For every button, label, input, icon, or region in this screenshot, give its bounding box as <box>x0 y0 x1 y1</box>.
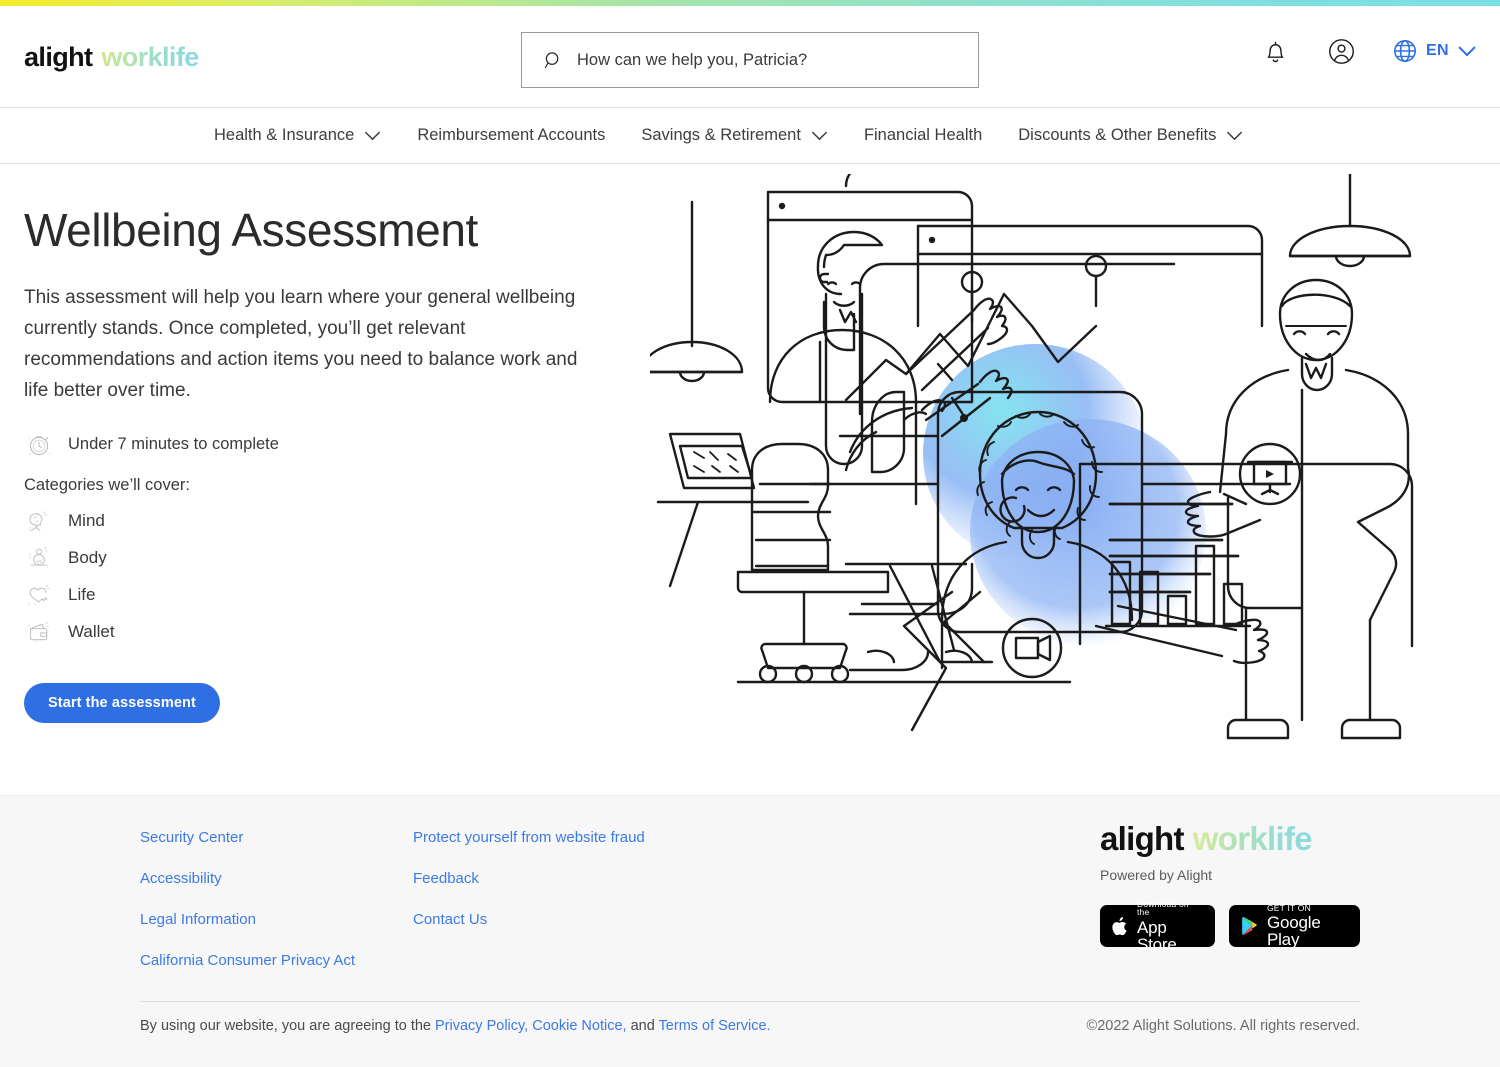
account-icon <box>1329 38 1355 64</box>
chevron-down-icon <box>1458 46 1476 56</box>
notifications-button[interactable] <box>1261 36 1291 66</box>
footer-link-accessibility[interactable]: Accessibility <box>140 870 355 887</box>
app-store-big-label: App Store <box>1137 917 1177 954</box>
footer-link-california-consumer-privacy-act[interactable]: California Consumer Privacy Act <box>140 952 355 969</box>
wellbeing-hero-illustration <box>640 162 1480 814</box>
header-actions: EN <box>1261 36 1476 66</box>
categories-list: Mind Body Life Wallet <box>24 503 624 651</box>
app-store-small-label: Download on the <box>1137 898 1189 917</box>
nav-item-health-insurance[interactable]: Health & Insurance <box>214 126 381 145</box>
copyright-text: ©2022 Alight Solutions. All rights reser… <box>1086 1018 1360 1034</box>
wallet-icon <box>27 622 49 644</box>
language-selector[interactable]: EN <box>1393 39 1476 63</box>
duration-label: Under 7 minutes to complete <box>68 435 279 454</box>
search-placeholder: How can we help you, Patricia? <box>577 50 808 69</box>
life-heart-icon <box>28 584 50 606</box>
logo-worklife-text: worklife <box>101 42 199 72</box>
footer-link-terms-of-service[interactable]: Terms of Service. <box>659 1018 771 1034</box>
footer-link-cookie-notice[interactable]: Cookie Notice, <box>532 1018 626 1034</box>
app-store-badge[interactable]: Download on the App Store <box>1100 899 1216 953</box>
pendant-lamp-right <box>1288 172 1412 268</box>
category-item-wallet: Wallet <box>24 614 624 651</box>
google-play-big-label: Google Play <box>1266 913 1321 950</box>
person-bearded-top-left <box>768 230 918 506</box>
chevron-down-icon <box>1227 131 1243 140</box>
nav-label: Financial Health <box>863 126 983 144</box>
page-title: Wellbeing Assessment <box>24 204 478 256</box>
primary-navigation: Health & Insurance Reimbursement Account… <box>0 108 1500 164</box>
hero-section: Wellbeing Assessment This assessment wil… <box>0 162 1500 814</box>
google-play-badge[interactable]: GET IT ON Google Play <box>1229 902 1360 950</box>
globe-icon <box>1393 40 1416 62</box>
body-meditation-icon <box>28 547 49 569</box>
category-item-body: Body <box>24 540 624 577</box>
category-label: Life <box>68 585 96 605</box>
footer-logo[interactable]: alight worklife <box>1100 820 1360 858</box>
presentation-icon <box>1238 442 1302 506</box>
legal-mid: and <box>626 1018 659 1034</box>
site-header: alight worklife How can we help you, Pat… <box>0 6 1500 108</box>
nav-item-savings-retirement[interactable]: Savings & Retirement <box>641 126 828 145</box>
nav-label: Health & Insurance <box>214 126 355 144</box>
category-label: Mind <box>68 511 105 531</box>
app-store-badges: Download on the App Store GET IT ON Goog… <box>1100 899 1360 953</box>
search-input[interactable]: How can we help you, Patricia? <box>521 32 979 88</box>
duration-row: Under 7 minutes to complete <box>24 430 624 460</box>
browser-window-mid <box>916 224 1264 328</box>
legal-prefix: By using our website, you are agreeing t… <box>140 1018 436 1034</box>
account-button[interactable] <box>1327 36 1357 66</box>
category-label: Body <box>68 548 107 568</box>
site-footer: Security Center Accessibility Legal Info… <box>0 795 1500 1067</box>
footer-link-legal-information[interactable]: Legal Information <box>140 911 355 928</box>
footer-link-contact-us[interactable]: Contact Us <box>413 911 645 928</box>
desk-and-laptop <box>656 432 810 588</box>
footer-link-protect-yourself-from-website-fraud[interactable]: Protect yourself from website fraud <box>413 829 645 846</box>
nav-item-financial-health[interactable]: Financial Health <box>864 126 982 145</box>
nav-item-discounts-other-benefits[interactable]: Discounts & Other Benefits <box>1018 126 1243 145</box>
bell-icon <box>1268 41 1284 62</box>
footer-logo-alight-text: alight <box>1100 820 1184 857</box>
hero-content: Wellbeing Assessment This assessment wil… <box>24 204 624 723</box>
mind-head-icon <box>28 511 48 532</box>
category-item-mind: Mind <box>24 503 624 540</box>
nav-item-reimbursement-accounts[interactable]: Reimbursement Accounts <box>417 126 605 145</box>
google-play-small-label: GET IT ON <box>1266 902 1311 913</box>
footer-logo-worklife-text: worklife <box>1192 820 1313 857</box>
footer-divider <box>140 1001 1360 1002</box>
stopwatch-icon <box>28 436 51 456</box>
hero-description: This assessment will help you learn wher… <box>24 286 578 401</box>
category-item-life: Life <box>24 577 624 614</box>
footer-links-column-1: Security Center Accessibility Legal Info… <box>140 829 355 993</box>
chevron-down-icon <box>811 131 827 140</box>
person-standing-right <box>1184 278 1411 740</box>
footer-link-security-center[interactable]: Security Center <box>140 829 355 846</box>
nav-label: Reimbursement Accounts <box>417 126 606 144</box>
footer-brand: alight worklife Powered by Alight Downlo… <box>1100 820 1360 953</box>
apple-icon <box>1112 916 1127 935</box>
page-root: alight worklife How can we help you, Pat… <box>0 0 1500 1067</box>
start-assessment-button[interactable]: Start the assessment <box>24 682 220 723</box>
blue-gradient-blob <box>923 344 1206 645</box>
site-logo[interactable]: alight worklife <box>24 42 199 73</box>
powered-by-label: Powered by Alight <box>1100 867 1213 883</box>
nav-label: Savings & Retirement <box>641 126 801 144</box>
chevron-down-icon <box>365 131 381 140</box>
search-icon <box>544 51 559 68</box>
google-play-icon <box>1242 917 1257 935</box>
pendant-lamp-left <box>640 200 744 383</box>
categories-label: Categories we’ll cover: <box>24 475 190 494</box>
nav-label: Discounts & Other Benefits <box>1018 126 1217 144</box>
logo-alight-text: alight <box>24 42 93 72</box>
category-label: Wallet <box>68 622 115 642</box>
footer-links-column-2: Protect yourself from website fraud Feed… <box>413 829 645 952</box>
footer-link-feedback[interactable]: Feedback <box>413 870 645 887</box>
footer-legal-text: By using our website, you are agreeing t… <box>140 1018 771 1034</box>
language-code: EN <box>1425 42 1449 59</box>
footer-link-privacy-policy[interactable]: Privacy Policy, <box>435 1018 528 1034</box>
